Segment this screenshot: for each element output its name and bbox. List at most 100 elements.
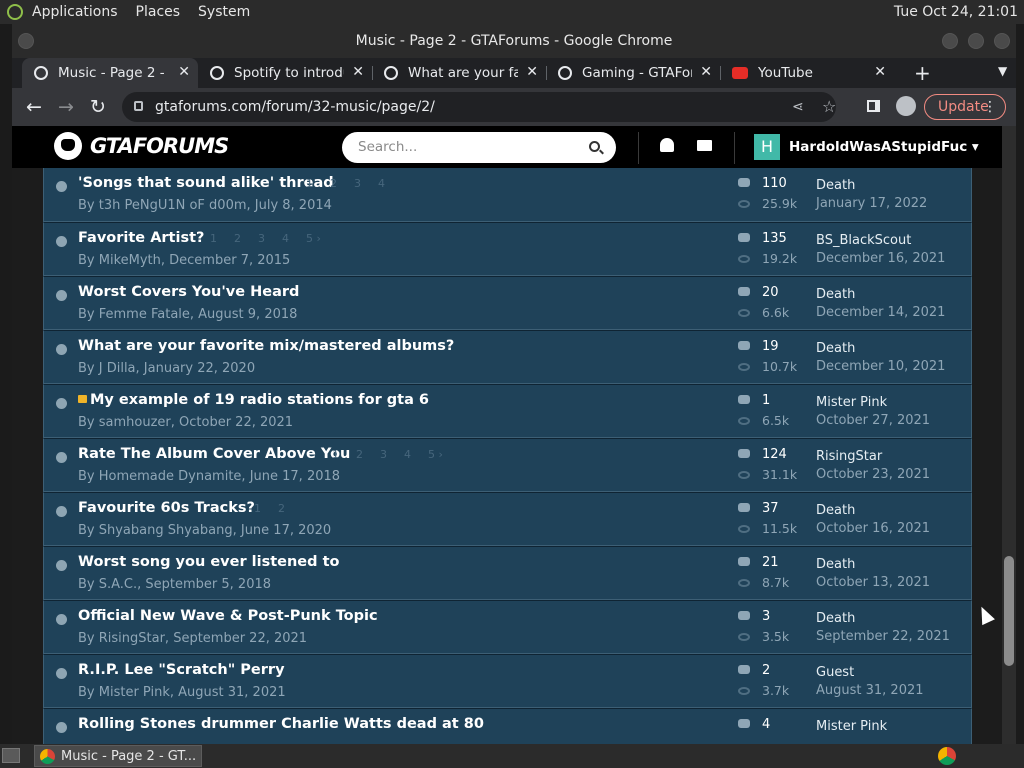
tab-search-chevron-icon[interactable]: ▼ bbox=[998, 64, 1007, 78]
site-logo[interactable]: GTAFORUMS bbox=[54, 132, 229, 160]
last-poster-link[interactable]: Death bbox=[816, 178, 855, 193]
topic-title-link[interactable]: 'Songs that sound alike' thread bbox=[78, 175, 334, 191]
lock-icon[interactable] bbox=[134, 101, 143, 111]
page-link[interactable]: 4 bbox=[378, 177, 385, 190]
last-post-date[interactable]: December 14, 2021 bbox=[816, 305, 945, 320]
topic-title-link[interactable]: Worst Covers You've Heard bbox=[78, 284, 299, 300]
back-arrow-icon[interactable]: ← bbox=[26, 96, 42, 118]
menu-system[interactable]: System bbox=[198, 4, 250, 20]
topic-title-link[interactable]: Worst song you ever listened to bbox=[78, 554, 339, 570]
topic-row[interactable]: 'Songs that sound alike' thread 1 2 3 4 By t3… bbox=[43, 168, 972, 222]
more-menu-icon[interactable]: ⋮ bbox=[983, 95, 997, 119]
tab-close-icon[interactable]: ✕ bbox=[526, 64, 538, 80]
unread-dot-icon[interactable] bbox=[56, 290, 67, 301]
topic-row[interactable]: Official New Wave & Post-Punk Topic By Ri… bbox=[43, 600, 972, 654]
topic-row[interactable]: Favorite Artist? 1 2 3 4 5 › By MikeMyth, Dece… bbox=[43, 222, 972, 276]
tab-spotify[interactable]: Spotify to introduce ✕ bbox=[198, 58, 373, 88]
messages-envelope-icon[interactable] bbox=[697, 140, 712, 151]
last-post-date[interactable]: October 23, 2021 bbox=[816, 467, 930, 482]
last-post-date[interactable]: October 16, 2021 bbox=[816, 521, 930, 536]
tab-close-icon[interactable]: ✕ bbox=[178, 64, 190, 80]
last-post-date[interactable]: October 27, 2021 bbox=[816, 413, 930, 428]
topic-title-link[interactable]: Rolling Stones drummer Charlie Watts dea… bbox=[78, 716, 484, 732]
clock[interactable]: Tue Oct 24, 21:01 bbox=[894, 4, 1018, 20]
topic-title-link[interactable]: Favorite Artist? bbox=[78, 230, 204, 246]
search-icon[interactable] bbox=[589, 141, 600, 152]
topic-title-link[interactable]: Favourite 60s Tracks? bbox=[78, 500, 255, 516]
scrollbar[interactable] bbox=[1002, 126, 1016, 744]
page-link[interactable]: 4 bbox=[404, 448, 411, 461]
tab-favorite-albums[interactable]: What are your favorite ✕ bbox=[372, 58, 547, 88]
maximize-button[interactable] bbox=[968, 33, 984, 49]
last-poster-link[interactable]: Guest bbox=[816, 665, 854, 680]
page-link[interactable]: 5 › bbox=[306, 232, 321, 245]
page-link[interactable]: 2 bbox=[356, 448, 363, 461]
new-tab-plus-icon[interactable]: + bbox=[914, 61, 931, 85]
last-poster-link[interactable]: Death bbox=[816, 341, 855, 356]
page-link[interactable]: 2 bbox=[278, 502, 285, 515]
topic-row[interactable]: Worst Covers You've Heard By Femme Fatale… bbox=[43, 276, 972, 330]
last-poster-link[interactable]: Death bbox=[816, 503, 855, 518]
topic-title-link[interactable]: Rate The Album Cover Above You bbox=[78, 446, 350, 462]
page-link[interactable]: 2 bbox=[234, 232, 241, 245]
window-menu-button[interactable] bbox=[18, 33, 34, 49]
topic-title-link[interactable]: What are your favorite mix/mastered albu… bbox=[78, 338, 454, 354]
page-link[interactable]: 1 bbox=[306, 177, 313, 190]
os-logo-icon[interactable] bbox=[7, 4, 23, 20]
topic-title-link[interactable]: R.I.P. Lee "Scratch" Perry bbox=[78, 662, 285, 678]
reload-icon[interactable]: ↻ bbox=[90, 96, 106, 118]
last-post-date[interactable]: December 16, 2021 bbox=[816, 251, 945, 266]
topic-title-link[interactable]: Official New Wave & Post-Punk Topic bbox=[78, 608, 378, 624]
page-link[interactable]: 4 bbox=[282, 232, 289, 245]
forward-arrow-icon[interactable]: → bbox=[58, 96, 74, 118]
side-panel-icon[interactable] bbox=[867, 100, 880, 112]
tab-close-icon[interactable]: ✕ bbox=[874, 64, 886, 80]
page-link[interactable]: 1 bbox=[332, 448, 339, 461]
menu-places[interactable]: Places bbox=[136, 4, 181, 20]
last-poster-link[interactable]: Mister Pink bbox=[816, 719, 887, 734]
notification-bell-icon[interactable] bbox=[660, 138, 674, 152]
tab-youtube[interactable]: YouTube ✕ bbox=[720, 58, 894, 88]
tab-gaming[interactable]: Gaming - GTAForums ✕ bbox=[546, 58, 721, 88]
page-link[interactable]: 1 bbox=[254, 502, 261, 515]
page-link[interactable]: 1 bbox=[210, 232, 217, 245]
tab-close-icon[interactable]: ✕ bbox=[700, 64, 712, 80]
last-poster-link[interactable]: BS_BlackScout bbox=[816, 233, 911, 248]
minimize-button[interactable] bbox=[942, 33, 958, 49]
unread-dot-icon[interactable] bbox=[56, 236, 67, 247]
menu-applications[interactable]: Applications bbox=[32, 4, 118, 20]
unread-dot-icon[interactable] bbox=[56, 668, 67, 679]
unread-dot-icon[interactable] bbox=[56, 344, 67, 355]
tab-music-page2[interactable]: Music - Page 2 - GTAForums ✕ bbox=[22, 58, 198, 88]
topic-row[interactable]: Favourite 60s Tracks? 1 2 By Shyabang Shyab… bbox=[43, 492, 972, 546]
unread-dot-icon[interactable] bbox=[56, 181, 67, 192]
topic-row[interactable]: Worst song you ever listened to By S.A.C.… bbox=[43, 546, 972, 600]
bookmark-star-icon[interactable]: ☆ bbox=[822, 92, 836, 122]
unread-dot-icon[interactable] bbox=[56, 452, 67, 463]
tab-close-icon[interactable]: ✕ bbox=[352, 64, 364, 80]
scrollbar-thumb[interactable] bbox=[1004, 556, 1014, 666]
topic-row[interactable]: What are your favorite mix/mastered albu… bbox=[43, 330, 972, 384]
user-menu-dropdown[interactable]: HardoldWasAStupidFuc ▾ bbox=[789, 139, 979, 155]
page-link[interactable]: 2 bbox=[330, 177, 337, 190]
last-post-date[interactable]: October 13, 2021 bbox=[816, 575, 930, 590]
last-post-date[interactable]: January 17, 2022 bbox=[816, 196, 927, 211]
update-button[interactable]: Update ⋮ bbox=[924, 94, 1006, 120]
unread-dot-icon[interactable] bbox=[56, 614, 67, 625]
unread-dot-icon[interactable] bbox=[56, 560, 67, 571]
user-avatar[interactable]: H bbox=[754, 134, 780, 160]
topic-title-link[interactable]: My example of 19 radio stations for gta … bbox=[78, 392, 429, 408]
topic-row[interactable]: R.I.P. Lee "Scratch" Perry By Mister Pink… bbox=[43, 654, 972, 708]
unread-dot-icon[interactable] bbox=[56, 398, 67, 409]
profile-avatar-icon[interactable] bbox=[896, 96, 916, 116]
last-poster-link[interactable]: Death bbox=[816, 557, 855, 572]
last-poster-link[interactable]: Mister Pink bbox=[816, 395, 887, 410]
search-input[interactable]: Search... bbox=[342, 132, 616, 163]
page-link[interactable]: 3 bbox=[354, 177, 361, 190]
topic-row[interactable]: Rate The Album Cover Above You 1 2 3 4 5 › By … bbox=[43, 438, 972, 492]
topic-row[interactable]: Rolling Stones drummer Charlie Watts dea… bbox=[43, 708, 972, 744]
close-window-button[interactable] bbox=[994, 33, 1010, 49]
chrome-tray-icon[interactable] bbox=[938, 747, 956, 765]
topic-row[interactable]: My example of 19 radio stations for gta … bbox=[43, 384, 972, 438]
unread-dot-icon[interactable] bbox=[56, 506, 67, 517]
